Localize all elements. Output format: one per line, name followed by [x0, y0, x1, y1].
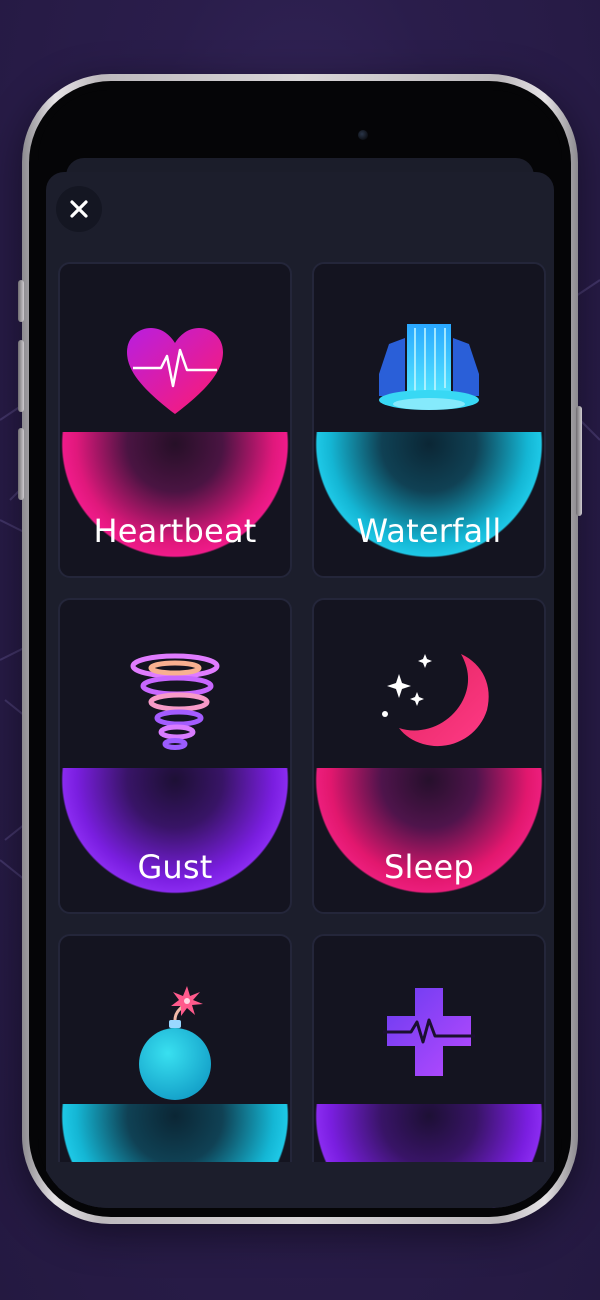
- sound-grid: Heartbeat Waterfall Gust Sleep: [58, 262, 546, 1208]
- phone-power-button: [576, 406, 582, 516]
- phone-volume-down-button: [18, 428, 24, 500]
- sound-card-label: Waterfall: [356, 512, 502, 550]
- bomb-icon: [139, 986, 211, 1100]
- phone-action-button: [18, 280, 24, 322]
- sound-card-label: Gust: [137, 848, 213, 886]
- front-camera: [358, 130, 368, 140]
- sheet-bottom-bar: [46, 1162, 554, 1208]
- phone-screen: Heartbeat Waterfall Gust Sleep: [38, 90, 562, 1208]
- waterfall-icon: [379, 324, 479, 410]
- phone-volume-up-button: [18, 340, 24, 412]
- sound-card-waterfall[interactable]: Waterfall: [312, 262, 546, 578]
- sound-card-gust[interactable]: Gust: [58, 598, 292, 914]
- close-icon: [70, 200, 88, 218]
- sound-card-label: Sleep: [384, 848, 474, 886]
- moon-stars-icon: [382, 654, 489, 747]
- sound-card-heartbeat[interactable]: Heartbeat: [58, 262, 292, 578]
- sound-card-sleep[interactable]: Sleep: [312, 598, 546, 914]
- heart-pulse-icon: [127, 328, 223, 414]
- tornado-icon: [130, 653, 220, 750]
- sound-card-label: Heartbeat: [93, 512, 257, 550]
- close-button[interactable]: [56, 186, 102, 232]
- medical-cross-icon: [383, 988, 475, 1076]
- sounds-sheet: Heartbeat Waterfall Gust Sleep: [46, 172, 554, 1208]
